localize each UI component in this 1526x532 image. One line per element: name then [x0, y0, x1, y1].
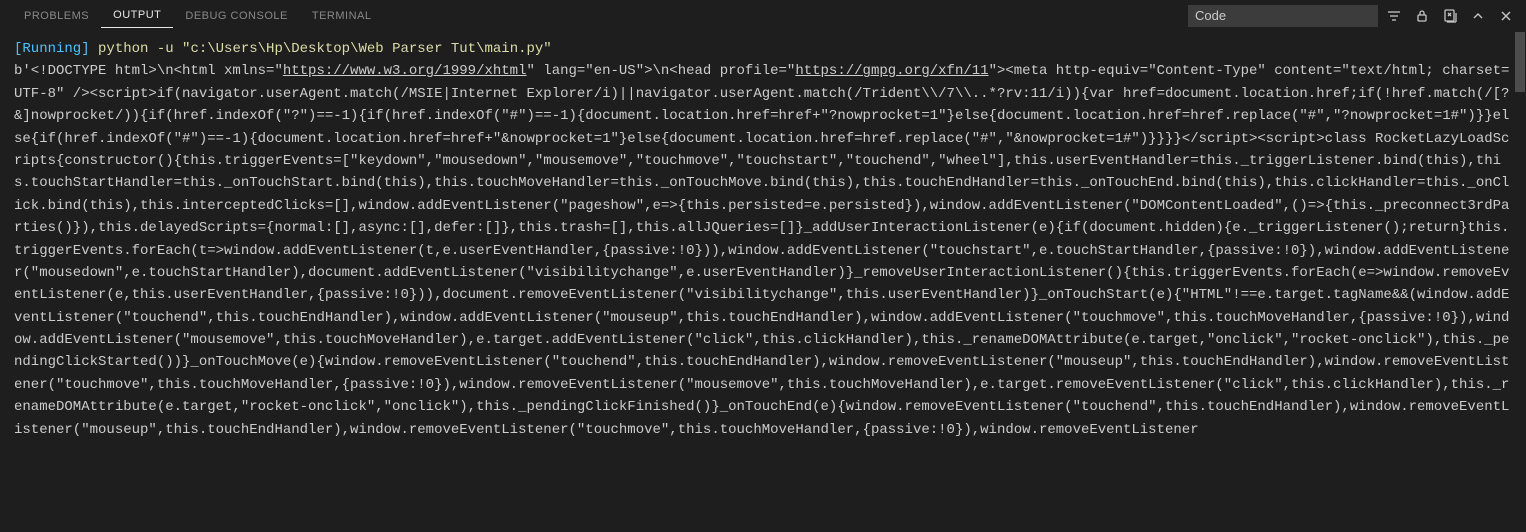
clear-output-icon[interactable]: [1442, 8, 1458, 24]
dropdown-selected-label: Code: [1195, 8, 1226, 23]
lock-icon[interactable]: [1414, 8, 1430, 24]
output-text-3: "><meta http-equiv="Content-Type" conten…: [14, 63, 1509, 437]
scrollbar-track[interactable]: [1514, 32, 1526, 532]
run-status: [Running]: [14, 41, 90, 57]
output-body: b'<!DOCTYPE html>\n<html xmlns="https://…: [14, 63, 1509, 437]
tab-problems[interactable]: PROBLEMS: [12, 4, 101, 28]
run-command: python -u "c:\Users\Hp\Desktop\Web Parse…: [90, 41, 552, 57]
scrollbar-thumb[interactable]: [1515, 32, 1525, 92]
tab-debug-console[interactable]: DEBUG CONSOLE: [173, 4, 299, 28]
close-icon[interactable]: [1498, 8, 1514, 24]
output-content[interactable]: [Running] python -u "c:\Users\Hp\Desktop…: [0, 32, 1526, 447]
output-channel-dropdown[interactable]: Code: [1188, 5, 1378, 27]
tab-output[interactable]: OUTPUT: [101, 3, 173, 28]
chevron-up-icon[interactable]: [1470, 8, 1486, 24]
panel-tabs: PROBLEMS OUTPUT DEBUG CONSOLE TERMINAL: [12, 3, 383, 28]
output-text-1: b'<!DOCTYPE html>\n<html xmlns=": [14, 63, 283, 79]
link-xmlns[interactable]: https://www.w3.org/1999/xhtml: [283, 63, 527, 79]
panel-header: PROBLEMS OUTPUT DEBUG CONSOLE TERMINAL C…: [0, 0, 1526, 32]
link-profile[interactable]: https://gmpg.org/xfn/11: [795, 63, 988, 79]
tab-terminal[interactable]: TERMINAL: [300, 4, 384, 28]
output-text-2: " lang="en-US">\n<head profile=": [526, 63, 795, 79]
filter-icon[interactable]: [1386, 8, 1402, 24]
panel-header-actions: [1386, 8, 1514, 24]
